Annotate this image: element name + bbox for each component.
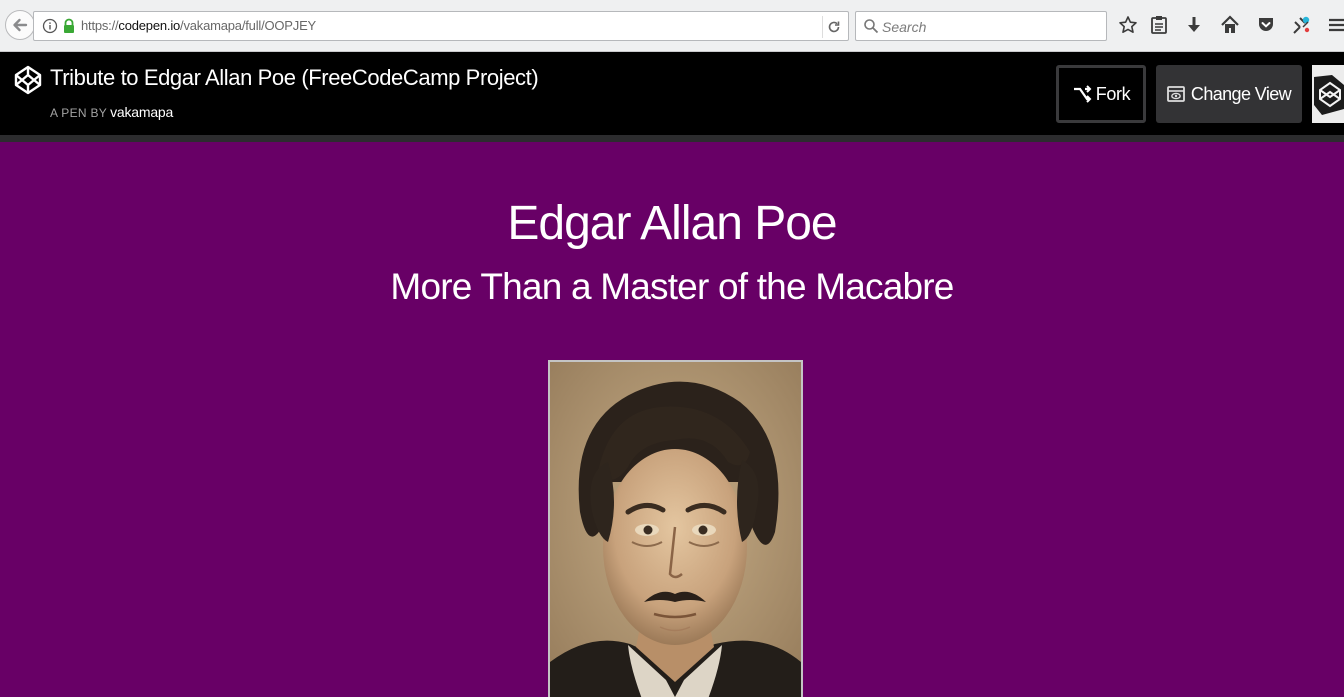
fork-icon <box>1073 85 1092 103</box>
header-divider <box>0 135 1344 142</box>
pen-byline: A PEN BY vakamapa <box>50 104 173 120</box>
extension-icon[interactable] <box>1290 13 1314 37</box>
url-text: https://codepen.io/vakamapa/full/OOPJEY <box>81 18 317 33</box>
site-info-icon[interactable] <box>42 18 58 34</box>
reload-button[interactable] <box>822 16 844 38</box>
search-icon <box>864 19 879 34</box>
user-avatar[interactable] <box>1312 65 1344 123</box>
pocket-icon[interactable] <box>1254 13 1278 37</box>
author-link[interactable]: vakamapa <box>110 104 173 120</box>
search-bar[interactable] <box>855 11 1107 41</box>
back-button[interactable] <box>5 10 35 40</box>
download-icon[interactable] <box>1182 13 1206 37</box>
menu-icon[interactable] <box>1326 13 1344 37</box>
home-icon[interactable] <box>1218 13 1242 37</box>
change-view-button[interactable]: Change View <box>1156 65 1302 123</box>
poe-portrait-image <box>548 360 803 697</box>
pen-title: Tribute to Edgar Allan Poe (FreeCodeCamp… <box>50 65 539 90</box>
bookmark-star-icon[interactable] <box>1116 13 1140 37</box>
page-title: Edgar Allan Poe <box>507 197 837 250</box>
back-arrow-icon <box>13 18 28 32</box>
search-input[interactable] <box>882 17 1102 37</box>
reload-icon <box>828 21 839 33</box>
secure-lock-icon <box>64 18 74 33</box>
browser-toolbar: https://codepen.io/vakamapa/full/OOPJEY <box>0 0 1344 52</box>
pen-by-label: A PEN BY <box>50 106 108 120</box>
fork-label: Fork <box>1095 83 1131 104</box>
reading-list-icon[interactable] <box>1147 13 1171 37</box>
address-bar[interactable]: https://codepen.io/vakamapa/full/OOPJEY <box>33 11 849 41</box>
page-subtitle: More Than a Master of the Macabre <box>390 266 954 307</box>
fork-button[interactable]: Fork <box>1056 65 1146 123</box>
change-view-label: Change View <box>1190 83 1292 104</box>
change-view-icon <box>1167 86 1185 102</box>
codepen-logo-icon[interactable] <box>13 63 43 97</box>
